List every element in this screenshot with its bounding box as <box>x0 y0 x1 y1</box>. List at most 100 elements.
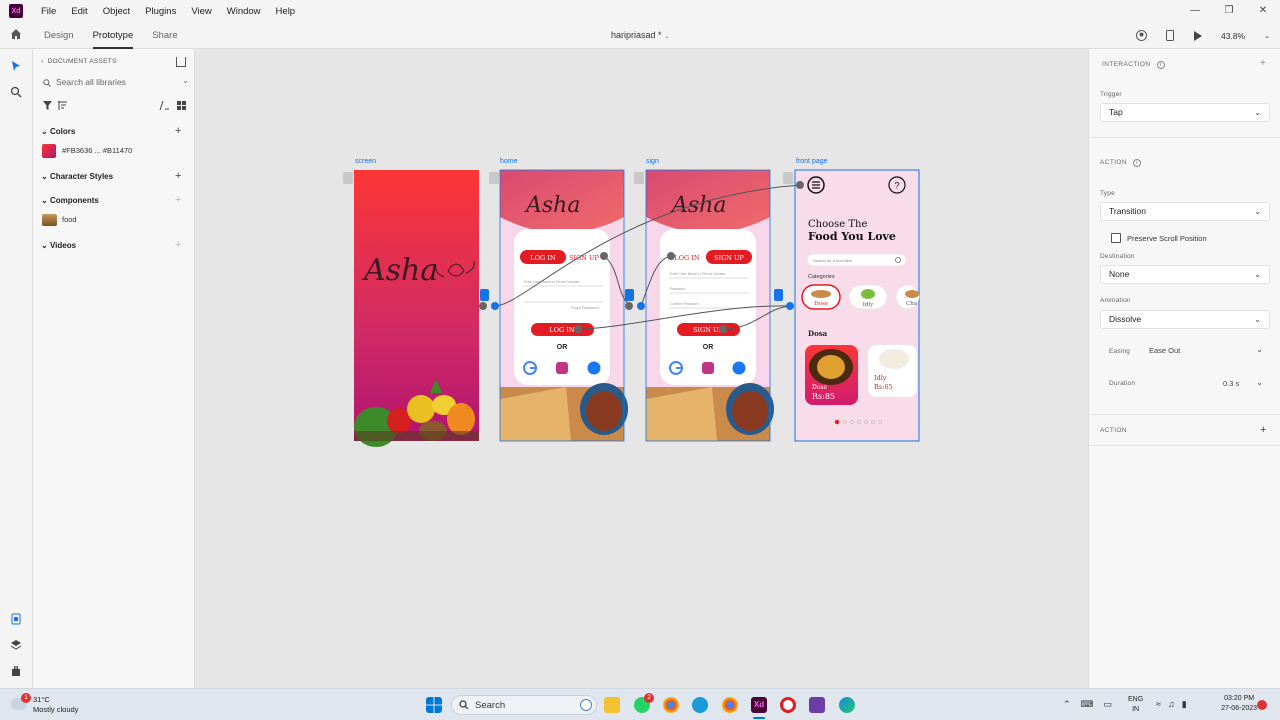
add-color-icon[interactable]: + <box>175 125 181 137</box>
menu-help[interactable]: Help <box>276 6 296 17</box>
preserve-scroll-checkbox[interactable] <box>1111 233 1121 243</box>
plugins-icon[interactable] <box>10 665 22 677</box>
add-character-style-icon[interactable]: + <box>175 170 181 182</box>
facebook-icon[interactable] <box>732 361 746 375</box>
menu-window[interactable]: Window <box>227 6 261 17</box>
mobile-preview-icon[interactable] <box>1166 30 1175 41</box>
artboard-sign[interactable]: Asha LOG IN SIGN UP Enter User Name or P… <box>646 170 774 441</box>
forgot-password-link[interactable]: Forgot Password? <box>571 306 599 310</box>
artboard-home[interactable]: Asha LOG IN SIGN UP Enter User Name or P… <box>500 170 628 441</box>
windows-start-icon[interactable] <box>426 697 442 713</box>
animation-dropdown[interactable]: Dissolve ⌄ <box>1100 310 1270 329</box>
menu-view[interactable]: View <box>191 6 211 17</box>
opera-icon[interactable] <box>780 697 796 713</box>
colors-section[interactable]: ⌄ Colors + <box>41 125 181 137</box>
clock[interactable]: 03:20 PM 27-06-2023 <box>1221 694 1257 714</box>
info-icon[interactable]: i <box>1156 61 1165 69</box>
visual-studio-icon[interactable] <box>809 697 825 713</box>
library-search[interactable]: Search all libraries ⌄ <box>43 76 189 90</box>
artboard-label-home[interactable]: home <box>500 158 518 165</box>
easing-dropdown[interactable]: Ease Out ⌄ <box>1149 345 1271 358</box>
home-screen-marker[interactable] <box>343 172 353 184</box>
components-section[interactable]: ⌄ Components + <box>41 194 181 206</box>
tab-prototype[interactable]: Prototype <box>92 23 134 49</box>
info-icon[interactable]: i <box>1133 159 1142 167</box>
artboard-label-sign[interactable]: sign <box>646 158 659 165</box>
carousel-dot-active[interactable] <box>834 419 840 425</box>
sort-icon[interactable] <box>58 101 68 110</box>
document-title[interactable]: haripriasad * ⌄ <box>611 30 670 40</box>
menu-object[interactable]: Object <box>103 6 130 17</box>
sign-login-tab-label[interactable]: LOG IN <box>674 254 699 262</box>
food-component-thumbnail[interactable] <box>42 214 57 226</box>
instagram-icon[interactable] <box>702 362 714 374</box>
add-interaction-icon[interactable]: + <box>1260 58 1266 69</box>
select-tool-icon[interactable] <box>10 60 22 72</box>
sign-username-field[interactable]: Enter User Name or Phone Number <box>670 272 726 276</box>
sign-password-field[interactable]: Password <box>670 287 685 291</box>
chevron-down-icon[interactable]: ⌄ <box>182 76 189 85</box>
type-dropdown[interactable]: Transition ⌄ <box>1100 202 1270 221</box>
adobe-xd-taskbar-icon[interactable]: Xd <box>751 697 767 713</box>
quick-settings[interactable]: ≈ ♫ ▮ <box>1156 699 1187 710</box>
file-explorer-icon[interactable] <box>604 697 620 713</box>
title-bar: Xd File Edit Object Plugins View Window … <box>0 0 1280 22</box>
tab-share[interactable]: Share <box>152 30 177 41</box>
artboard-label-front-page[interactable]: front page <box>796 158 828 165</box>
design-canvas[interactable]: screen home sign front page Asha Asha LO… <box>196 49 1088 688</box>
play-icon[interactable] <box>1193 30 1203 41</box>
language-indicator[interactable]: ENG IN <box>1128 695 1143 715</box>
assets-panel-icon[interactable] <box>10 613 22 625</box>
add-action-icon[interactable]: + <box>1260 424 1266 436</box>
component-label[interactable]: food <box>62 215 77 224</box>
chevron-up-icon[interactable]: ⌃ <box>1063 699 1071 710</box>
home-username-field[interactable]: Enter User Name or Phone Number <box>524 280 580 284</box>
duration-input[interactable]: 0.3 s ⌄ <box>1223 378 1271 391</box>
notification-badge[interactable] <box>1257 700 1267 710</box>
keyboard-icon[interactable]: ⌨ <box>1081 699 1094 710</box>
minimize-icon[interactable]: — <box>1178 0 1212 22</box>
assets-header[interactable]: ‹ DOCUMENT ASSETS <box>41 58 117 65</box>
menu-plugins[interactable]: Plugins <box>145 6 176 17</box>
chrome-icon[interactable] <box>663 697 679 713</box>
display-icon[interactable]: ▭ <box>1104 699 1113 710</box>
character-styles-section[interactable]: ⌄ Character Styles + <box>41 170 181 182</box>
gradient-swatch[interactable] <box>42 144 56 158</box>
weather-widget[interactable]: 31°C Mostly cloudy <box>33 695 78 715</box>
add-video-icon[interactable]: + <box>175 239 181 251</box>
sign-confirm-password-field[interactable]: Confirm Password <box>670 302 699 306</box>
facebook-icon[interactable] <box>587 361 601 375</box>
artboard-screen[interactable]: Asha <box>354 170 479 447</box>
export-icon[interactable] <box>176 57 186 67</box>
destination-dropdown[interactable]: None ⌄ <box>1100 265 1270 284</box>
tab-design[interactable]: Design <box>44 30 74 41</box>
bing-icon[interactable] <box>580 699 592 711</box>
list-view-icon[interactable] <box>159 101 169 110</box>
videos-section[interactable]: ⌄ Videos + <box>41 239 181 251</box>
artboard-front-page[interactable]: ? Choose The Food You Love Search for a … <box>794 169 920 442</box>
c-app-icon[interactable] <box>692 697 708 713</box>
restore-icon[interactable]: ❐ <box>1212 0 1246 22</box>
chevron-down-icon[interactable]: ⌄ <box>1264 32 1270 40</box>
edge-icon[interactable] <box>839 697 855 713</box>
layers-icon[interactable] <box>10 639 22 651</box>
artboard-label-screen[interactable]: screen <box>355 158 376 165</box>
home-screen-marker[interactable] <box>783 172 793 184</box>
home-screen-marker[interactable] <box>634 172 644 184</box>
instagram-icon[interactable] <box>556 362 568 374</box>
home-screen-marker[interactable] <box>489 172 499 184</box>
user-icon[interactable] <box>1136 30 1148 41</box>
zoom-tool-icon[interactable] <box>10 86 22 98</box>
grid-view-icon[interactable] <box>177 101 186 110</box>
home-icon[interactable] <box>10 28 22 40</box>
add-component-icon[interactable]: + <box>175 194 181 206</box>
trigger-dropdown[interactable]: Tap ⌄ <box>1100 103 1270 122</box>
filter-icon[interactable] <box>43 101 52 110</box>
chrome-profile-icon[interactable] <box>722 697 738 713</box>
taskbar-search[interactable]: Search <box>451 695 597 715</box>
menu-edit[interactable]: Edit <box>71 6 87 17</box>
close-icon[interactable]: ✕ <box>1246 0 1280 22</box>
menu-file[interactable]: File <box>41 6 56 17</box>
search-input[interactable]: Search all libraries <box>56 77 126 87</box>
zoom-level[interactable]: 43.8% <box>1221 31 1245 41</box>
